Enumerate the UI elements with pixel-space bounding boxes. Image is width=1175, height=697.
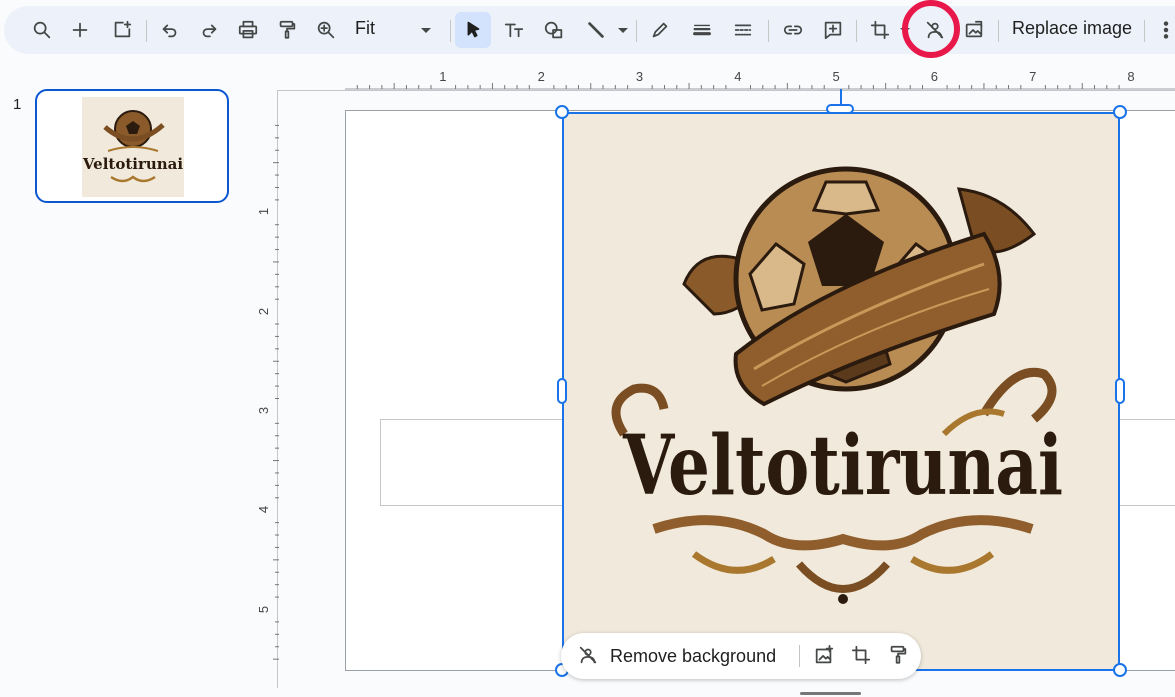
resize-handle-right[interactable] — [1115, 378, 1125, 404]
pen-icon[interactable] — [642, 12, 678, 48]
selected-logo-image[interactable]: Veltotirunai — [562, 112, 1120, 671]
ruler-label: 2 — [256, 307, 272, 315]
undo-icon[interactable] — [152, 12, 188, 48]
paint-format-icon[interactable] — [269, 12, 305, 48]
new-slide-icon[interactable] — [102, 12, 142, 48]
remove-background-button[interactable]: Remove background — [610, 646, 776, 667]
shape-icon[interactable] — [536, 12, 572, 48]
horizontal-ruler: 1 2 3 4 5 6 7 8 — [345, 68, 1175, 90]
main-toolbar: Fit Replace image — [4, 6, 1175, 54]
rotate-handle[interactable] — [826, 104, 854, 114]
line-weight-icon[interactable] — [684, 12, 720, 48]
logo-text: Veltotirunai — [622, 418, 1063, 514]
resize-handle-bottom-right[interactable] — [1113, 663, 1127, 677]
remove-background-icon[interactable] — [577, 644, 599, 671]
paint-format-icon[interactable] — [887, 644, 909, 671]
ruler-label: 4 — [734, 69, 742, 84]
ruler-label: 7 — [1029, 69, 1037, 84]
ruler-label: 1 — [256, 208, 272, 216]
resize-handle-top-left[interactable] — [555, 105, 569, 119]
zoom-icon[interactable] — [308, 12, 344, 48]
resize-handle-left[interactable] — [557, 378, 567, 404]
ruler-label: 5 — [256, 605, 272, 613]
print-icon[interactable] — [230, 12, 266, 48]
ruler-label: 4 — [256, 506, 272, 514]
thumbnail-logo-text: Veltotirunai — [82, 155, 183, 173]
ruler-label: 1 — [439, 69, 447, 84]
more-icon[interactable] — [1154, 12, 1175, 48]
line-dash-icon[interactable] — [725, 12, 761, 48]
thumbnail-logo-image: Veltotirunai — [82, 97, 184, 197]
ruler-label: 5 — [832, 69, 840, 84]
line-dropdown-icon[interactable] — [618, 28, 628, 33]
vertical-ruler: 1 2 3 4 5 — [256, 110, 280, 670]
replace-image-button[interactable]: Replace image — [1012, 18, 1132, 39]
add-icon[interactable] — [62, 12, 98, 48]
zoom-dropdown-icon[interactable] — [421, 28, 431, 33]
replace-image-icon[interactable] — [956, 12, 992, 48]
scroll-indicator[interactable] — [800, 692, 861, 695]
image-options-icon[interactable] — [813, 644, 835, 671]
slide-thumbnail[interactable]: Veltotirunai — [35, 89, 229, 203]
slide-number: 1 — [13, 96, 22, 113]
zoom-select[interactable]: Fit — [355, 18, 375, 39]
ruler-label: 3 — [635, 69, 644, 84]
comment-icon[interactable] — [815, 12, 851, 48]
crop-icon[interactable] — [862, 12, 898, 48]
resize-handle-top-right[interactable] — [1113, 105, 1127, 119]
text-box-icon[interactable] — [496, 12, 532, 48]
select-icon[interactable] — [455, 12, 491, 48]
ruler-label: 6 — [930, 69, 939, 84]
highlight-circle — [902, 0, 960, 58]
line-icon[interactable] — [578, 12, 614, 48]
ruler-label: 2 — [537, 69, 545, 84]
search-icon[interactable] — [24, 12, 60, 48]
link-icon[interactable] — [775, 12, 811, 48]
ruler-label: 3 — [256, 406, 272, 415]
image-floating-toolbar: Remove background — [561, 633, 921, 679]
crop-icon[interactable] — [850, 644, 872, 671]
ruler-label: 8 — [1127, 69, 1135, 84]
redo-icon[interactable] — [191, 12, 227, 48]
